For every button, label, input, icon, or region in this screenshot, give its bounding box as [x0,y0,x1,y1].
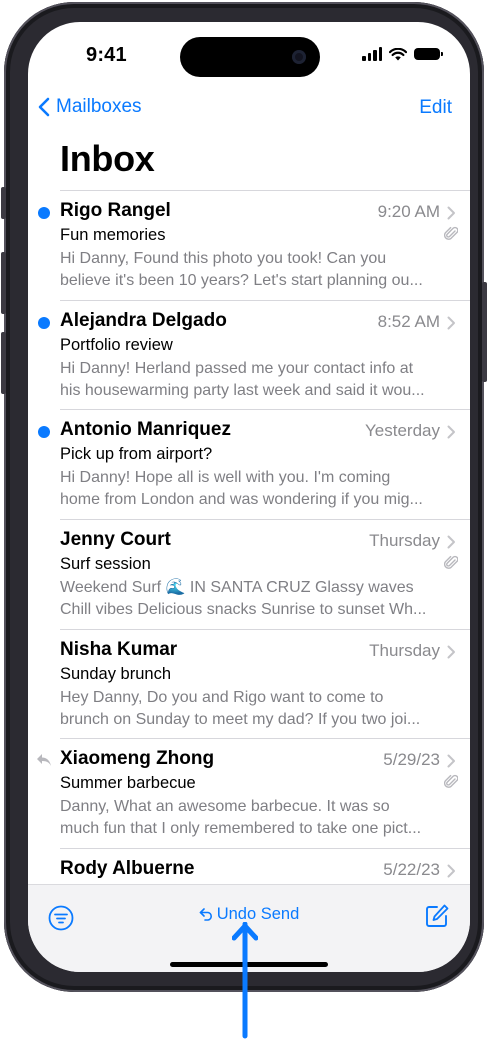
front-camera [292,50,306,64]
sender-name: Jenny Court [60,529,171,551]
status-bar: 9:41 [28,22,470,82]
undo-arrow-icon [199,908,212,921]
preview-line-1: Hi Danny, Found this photo you took! Can… [60,250,387,267]
message-row[interactable]: Xiaomeng Zhong 5/29/23 Summer barbecue D… [28,738,470,848]
row-divider [60,738,470,740]
compose-icon[interactable] [424,903,450,929]
edit-button[interactable]: Edit [419,97,452,119]
reply-arrow-icon [37,754,51,767]
mailboxes-back-button[interactable]: Mailboxes [38,96,142,118]
message-date: Thursday [369,531,440,551]
chevron-right-icon [447,864,455,878]
up-arrow-icon [232,922,258,1039]
message-preview: Hi Danny, Found this photo you took! Can… [60,248,452,292]
message-subject: Fun memories [60,226,166,244]
preview-line-1: Hi Danny! Hope all is well with you. I'm… [60,469,391,487]
unread-indicator [38,207,50,219]
preview-line-1: Danny, What an awesome barbecue. It was … [60,798,390,816]
sender-name: Rigo Rangel [60,200,171,221]
message-preview: Weekend Surf 🌊 IN SANTA CRUZ Glassy wave… [60,577,452,621]
message-subject: Portfolio review [60,335,173,354]
message-date: 8:52 AM [377,311,440,331]
row-divider [60,409,470,411]
preview-line-1: Hey Danny, Do you and Rigo want to come … [60,688,384,706]
paperclip-icon [444,775,458,789]
page-title: Inbox [60,138,155,179]
message-preview: Hi Danny! Hope all is well with you. I'm… [60,467,452,511]
paperclip-icon [444,226,458,240]
message-date: Yesterday [365,421,440,441]
preview-line-2: much fun that I only remembered to take … [60,820,422,838]
chevron-right-icon [447,425,455,439]
paperclip-icon [444,555,458,569]
status-icons [362,47,443,61]
message-row[interactable]: Alejandra Delgado 8:52 AM Portfolio revi… [28,299,470,410]
row-divider [60,848,470,850]
wifi-icon [389,47,407,60]
battery-icon [414,48,443,60]
sender-name: Xiaomeng Zhong [60,748,215,770]
message-date: Thursday [369,640,440,660]
message-subject: Summer barbecue [60,774,196,793]
sender-name: Rody Albuerne [60,858,195,880]
message-row[interactable]: Rigo Rangel 9:20 AM Fun memories Hi Dann… [28,190,470,300]
volume-down-button [1,332,6,394]
chevron-left-icon [38,97,50,117]
back-label: Mailboxes [56,96,142,117]
preview-line-2: his housewarming party last week and sai… [60,381,425,399]
unread-indicator [38,426,50,439]
message-list: Rigo Rangel 9:20 AM Fun memories Hi Dann… [28,190,470,958]
message-preview: Danny, What an awesome barbecue. It was … [60,796,452,840]
dynamic-island [180,37,320,77]
cellular-signal-icon [362,47,382,61]
row-divider [60,628,470,630]
sender-name: Alejandra Delgado [60,309,227,331]
message-row[interactable]: Nisha Kumar Thursday Sunday brunch Hey D… [28,628,470,739]
preview-line-1: Hi Danny! Herland passed me your contact… [60,359,414,377]
message-row[interactable]: Antonio Manriquez Yesterday Pick up from… [28,409,470,519]
navigation-bar: Mailboxes Edit [28,94,470,124]
sender-name: Nisha Kumar [60,638,178,660]
message-date: 9:20 AM [377,202,440,221]
preview-line-2: brunch on Sunday to meet my dad? If you … [60,710,421,728]
preview-line-2: Chill vibes Delicious snacks Sunrise to … [60,601,427,619]
sender-name: Antonio Manriquez [60,419,231,441]
chevron-right-icon [447,645,455,659]
preview-line-1: Weekend Surf 🌊 IN SANTA CRUZ Glassy wave… [60,579,414,597]
message-subject: Pick up from airport? [60,445,213,464]
message-date: 5/22/23 [383,860,440,880]
preview-line-2: believe it's been 10 years? Let's start … [60,272,423,289]
row-divider [60,519,470,521]
row-divider [60,299,470,301]
mute-switch [1,187,6,219]
row-divider [60,190,470,191]
screen: 9:41 Mailboxes Edit Inbox Rigo Rangel 9:… [28,22,470,972]
message-subject: Sunday brunch [60,664,171,683]
status-time: 9:41 [86,44,127,66]
message-subject: Surf session [60,555,151,574]
message-row[interactable]: Jenny Court Thursday Surf session Weeken… [28,519,470,629]
message-date: 5/29/23 [383,750,440,770]
unread-indicator [38,316,50,329]
chevron-right-icon [447,316,455,330]
chevron-right-icon [447,754,455,768]
message-preview: Hi Danny! Herland passed me your contact… [60,358,452,402]
message-preview: Hey Danny, Do you and Rigo want to come … [60,687,452,731]
chevron-right-icon [447,535,455,549]
power-button [482,282,487,382]
chevron-right-icon [447,206,455,220]
phone-frame: 9:41 Mailboxes Edit Inbox Rigo Rangel 9:… [1,2,487,992]
volume-up-button [1,252,6,314]
preview-line-2: home from London and was wondering if yo… [60,491,423,509]
